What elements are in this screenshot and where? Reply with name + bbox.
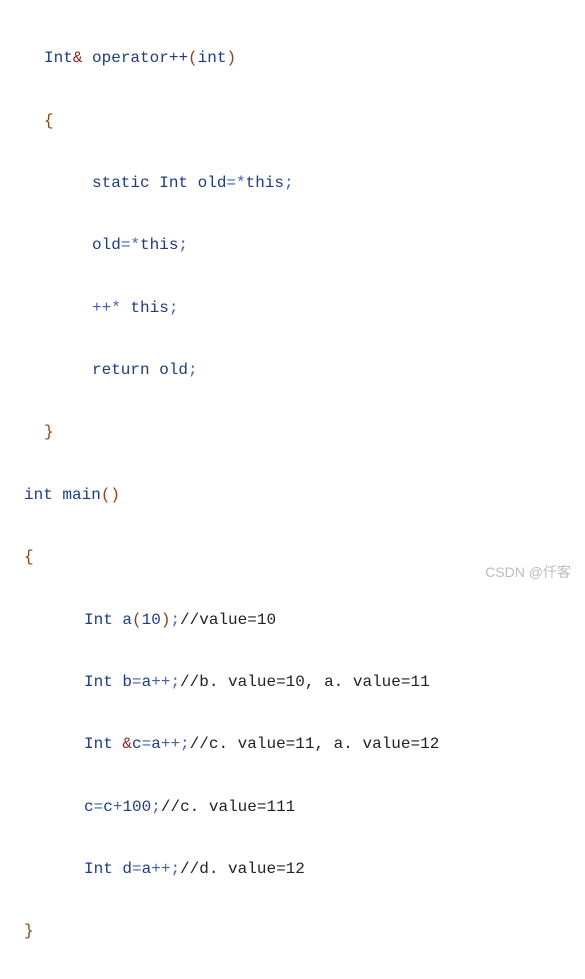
- code-line: Int a(10);//value=10: [24, 605, 585, 636]
- paren-close: ): [161, 611, 171, 629]
- comment: //c. value=111: [161, 798, 295, 816]
- operator: =*: [121, 236, 140, 254]
- postinc: ++;: [151, 673, 180, 691]
- func-name: operator++: [82, 49, 188, 67]
- decl: Int d: [84, 860, 132, 878]
- code-line: {: [24, 106, 585, 137]
- code-line: }: [24, 417, 585, 448]
- operator: =*: [226, 174, 245, 192]
- brace-close: }: [44, 423, 54, 441]
- var: c: [132, 735, 142, 753]
- ref-symbol: &: [122, 735, 132, 753]
- keyword-this: this: [121, 299, 169, 317]
- paren-open: (: [188, 49, 198, 67]
- param-type: int: [198, 49, 227, 67]
- comment: //c. value=11, a. value=12: [190, 735, 440, 753]
- comment: //d. value=12: [180, 860, 305, 878]
- code-line: Int &c=a++;//c. value=11, a. value=12: [24, 729, 585, 760]
- func-decl: int main: [24, 486, 101, 504]
- comment: //b. value=10, a. value=11: [180, 673, 430, 691]
- code-line: ++* this;: [24, 293, 585, 324]
- semicolon: ;: [284, 174, 294, 192]
- paren-open: (: [132, 611, 142, 629]
- code-line: Int d=a++;//d. value=12: [24, 854, 585, 885]
- ref-symbol: &: [73, 49, 83, 67]
- code-line: static Int old=*this;: [24, 168, 585, 199]
- return-stmt: return old: [92, 361, 188, 379]
- semicolon: ;: [178, 236, 188, 254]
- code-line: Int& operator++(int): [24, 43, 585, 74]
- plus: +: [113, 798, 123, 816]
- assign: =: [94, 798, 104, 816]
- parens: (): [101, 486, 120, 504]
- var: a: [142, 860, 152, 878]
- brace-open: {: [24, 548, 34, 566]
- assign: =: [132, 860, 142, 878]
- semicolon: ;: [169, 299, 179, 317]
- comment: //value=10: [180, 611, 276, 629]
- var: a: [151, 735, 161, 753]
- assign: =: [132, 673, 142, 691]
- var: c: [103, 798, 113, 816]
- code-text: old: [92, 236, 121, 254]
- decl: Int: [84, 735, 122, 753]
- code-line: old=*this;: [24, 230, 585, 261]
- var: c: [84, 798, 94, 816]
- decl: Int a: [84, 611, 132, 629]
- code-text: static Int old: [92, 174, 226, 192]
- keyword-this: this: [140, 236, 178, 254]
- code-line: return old;: [24, 355, 585, 386]
- type-name: Int: [44, 49, 73, 67]
- watermark: CSDN @仟客: [485, 559, 571, 586]
- code-line: }: [24, 916, 585, 947]
- code-block: Int& operator++(int) { static Int old=*t…: [24, 12, 585, 979]
- semicolon: ;: [188, 361, 198, 379]
- semicolon: ;: [151, 798, 161, 816]
- postinc: ++;: [151, 860, 180, 878]
- code-line: Int b=a++;//b. value=10, a. value=11: [24, 667, 585, 698]
- decl: Int b: [84, 673, 132, 691]
- semicolon: ;: [170, 611, 180, 629]
- postinc: ++;: [161, 735, 190, 753]
- code-line: int main(): [24, 480, 585, 511]
- assign: =: [142, 735, 152, 753]
- number: 100: [122, 798, 151, 816]
- operator: ++*: [92, 299, 121, 317]
- keyword-this: this: [246, 174, 284, 192]
- paren-close: ): [226, 49, 236, 67]
- brace-close: }: [24, 922, 34, 940]
- var: a: [142, 673, 152, 691]
- code-line: c=c+100;//c. value=111: [24, 792, 585, 823]
- brace-open: {: [44, 112, 54, 130]
- number: 10: [142, 611, 161, 629]
